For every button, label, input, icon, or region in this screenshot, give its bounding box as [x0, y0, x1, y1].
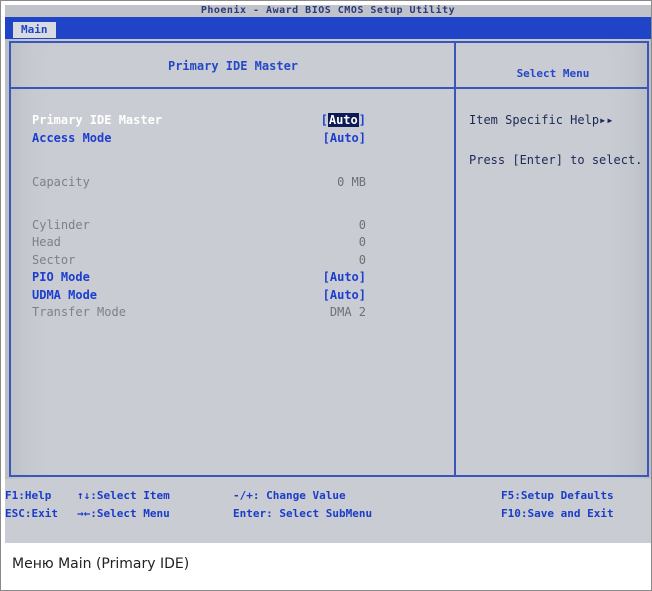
key-help: F1:Help — [5, 489, 52, 502]
row-value: 0 — [358, 218, 366, 232]
row-label: Head — [32, 235, 61, 249]
row-udma-mode[interactable]: UDMA Mode [Auto] — [32, 288, 432, 304]
key-setup-defaults: F5:Setup Defaults — [501, 489, 614, 502]
key-change-value: -/+: Change Value — [233, 489, 346, 502]
bios-title-bar: Phoenix - Award BIOS CMOS Setup Utility — [5, 5, 651, 17]
key-legend: F1:Help ↑↓:Select Item -/+: Change Value… — [5, 479, 651, 543]
help-header: Select Menu — [516, 67, 590, 80]
panel-vertical-divider — [454, 41, 456, 477]
row-pio-mode[interactable]: PIO Mode [Auto] — [32, 270, 432, 286]
row-transfer-mode: Transfer Mode DMA 2 — [32, 305, 432, 321]
item-specific-help: Item Specific Help▸▸ — [469, 113, 614, 127]
key-select-submenu: Enter: Select SubMenu — [233, 507, 373, 520]
row-value: 0 — [358, 253, 366, 267]
section-header: Primary IDE Master — [167, 59, 299, 73]
bios-screen: Phoenix - Award BIOS CMOS Setup Utility … — [5, 5, 651, 543]
row-sector: Sector 0 — [32, 253, 432, 269]
row-value[interactable]: [Auto] — [323, 270, 366, 284]
row-value[interactable]: [Auto] — [321, 113, 366, 127]
row-label: Capacity — [32, 175, 90, 189]
tab-main[interactable]: Main — [13, 22, 56, 38]
selected-value[interactable]: Auto — [327, 113, 359, 127]
row-value: 0 — [358, 235, 366, 249]
row-label: PIO Mode — [32, 270, 90, 284]
key-select-item: ↑↓:Select Item — [77, 489, 170, 502]
row-head: Head 0 — [32, 235, 432, 251]
help-text: Press [Enter] to select. — [469, 153, 643, 167]
row-value: 0 MB — [337, 175, 366, 189]
row-access-mode[interactable]: Access Mode [Auto] — [32, 131, 432, 147]
row-value: DMA 2 — [329, 305, 366, 319]
row-label: Sector — [32, 253, 76, 267]
row-primary-ide-master[interactable]: Primary IDE Master [Auto] — [32, 113, 432, 129]
row-label: UDMA Mode — [32, 288, 98, 302]
key-select-menu: →←:Select Menu — [77, 507, 170, 520]
row-cylinder: Cylinder 0 — [32, 218, 432, 234]
row-capacity: Capacity 0 MB — [32, 175, 432, 191]
row-value[interactable]: [Auto] — [323, 288, 366, 302]
row-label: Transfer Mode — [32, 305, 126, 319]
row-label: Cylinder — [32, 218, 90, 232]
row-value[interactable]: [Auto] — [323, 131, 366, 145]
key-save-exit: F10:Save and Exit — [501, 507, 614, 520]
row-label: Primary IDE Master — [32, 113, 163, 127]
row-label: Access Mode — [32, 131, 112, 145]
figure-frame: Phoenix - Award BIOS CMOS Setup Utility … — [0, 0, 652, 591]
key-exit: ESC:Exit — [5, 507, 58, 520]
panel-horizontal-divider — [11, 87, 647, 89]
menu-bar: Main — [5, 17, 651, 39]
figure-caption: Меню Main (Primary IDE) — [12, 556, 190, 572]
